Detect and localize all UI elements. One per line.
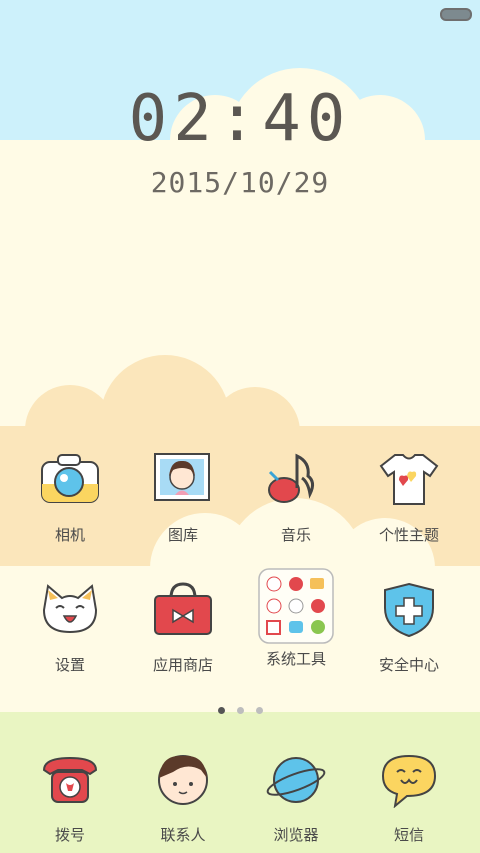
phone-icon <box>38 752 102 816</box>
gallery-icon <box>151 452 215 516</box>
page-indicator <box>0 699 480 718</box>
folder-icon <box>258 568 334 644</box>
app-settings[interactable]: 设置 <box>15 582 125 675</box>
app-gallery[interactable]: 图库 <box>128 452 238 545</box>
app-label: 音乐 <box>280 526 311 544</box>
app-label: 相机 <box>54 526 85 544</box>
music-note-icon <box>264 452 328 516</box>
page-dot[interactable] <box>255 707 263 714</box>
dock-phone[interactable]: 拨号 <box>15 752 125 845</box>
page-dot[interactable] <box>236 707 244 714</box>
app-label: 应用商店 <box>152 656 213 674</box>
lockscreen-date: 2015/10/29 <box>150 166 330 199</box>
app-label: 安全中心 <box>378 656 439 674</box>
shield-plus-icon <box>377 582 441 646</box>
app-label: 短信 <box>393 826 424 844</box>
lockscreen-time: 02:40 <box>128 82 352 156</box>
app-label: 联系人 <box>160 826 206 844</box>
app-camera[interactable]: 相机 <box>15 452 125 545</box>
dock-messages[interactable]: 短信 <box>354 752 464 845</box>
speech-bubble-icon <box>377 752 441 816</box>
tshirt-icon <box>377 452 441 516</box>
app-label: 拨号 <box>54 826 85 844</box>
planet-icon <box>264 752 328 816</box>
app-label: 图库 <box>167 526 198 544</box>
app-security-center[interactable]: 安全中心 <box>354 582 464 675</box>
page-dot[interactable] <box>217 707 225 714</box>
shopping-bag-icon <box>151 582 215 646</box>
cat-face-icon <box>38 582 102 646</box>
app-label: 个性主题 <box>378 526 439 544</box>
app-music[interactable]: 音乐 <box>241 452 351 545</box>
app-label: 系统工具 <box>265 650 326 668</box>
app-store[interactable]: 应用商店 <box>128 582 238 675</box>
dock-browser[interactable]: 浏览器 <box>241 752 351 845</box>
battery-icon <box>440 8 472 21</box>
app-label: 浏览器 <box>273 826 319 844</box>
app-system-tools-folder[interactable]: 系统工具 <box>241 568 351 669</box>
app-label: 设置 <box>54 656 85 674</box>
camera-icon <box>38 452 102 516</box>
app-theme[interactable]: 个性主题 <box>354 452 464 545</box>
dock-contacts[interactable]: 联系人 <box>128 752 238 845</box>
contact-icon <box>151 752 215 816</box>
